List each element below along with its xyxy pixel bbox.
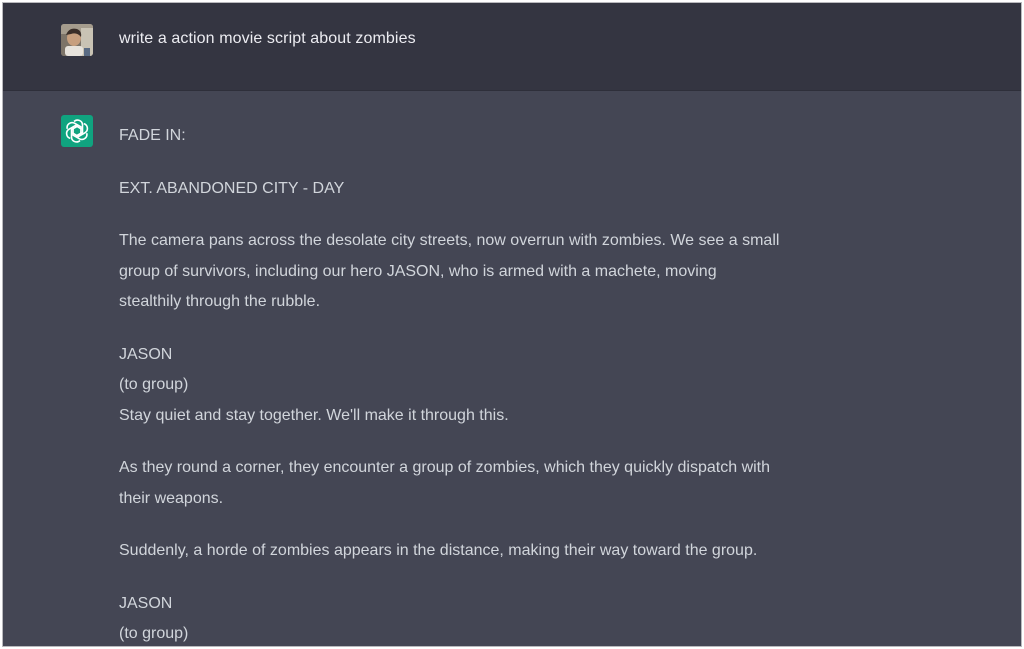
response-line: JASON: [119, 594, 173, 612]
response-paragraph: EXT. ABANDONED CITY - DAY: [119, 174, 839, 205]
response-line: stealthily through the rubble.: [119, 293, 321, 310]
user-message-row: write a action movie script about zombie…: [3, 3, 1021, 91]
response-line: FADE IN:: [119, 127, 186, 144]
response-line: As they round a corner, they encounter a…: [119, 459, 771, 476]
response-line: The camera pans across the desolate city…: [119, 232, 780, 249]
user-avatar-icon: [61, 24, 93, 56]
response-paragraph: The camera pans across the desolate city…: [119, 226, 839, 318]
assistant-message-row: FADE IN: EXT. ABANDONED CITY - DAY The c…: [3, 91, 1021, 647]
response-paragraph: JASON (to group): [119, 589, 839, 647]
chat-window: write a action movie script about zombie…: [2, 2, 1022, 647]
response-paragraph: Suddenly, a horde of zombies appears in …: [119, 536, 839, 567]
response-line: Suddenly, a horde of zombies appears in …: [119, 542, 758, 559]
assistant-response: FADE IN: EXT. ABANDONED CITY - DAY The c…: [119, 121, 839, 647]
openai-logo-icon: [61, 115, 93, 147]
response-line: JASON: [119, 345, 173, 363]
user-message-text: write a action movie script about zombie…: [119, 30, 416, 47]
response-line: group of survivors, including our hero J…: [119, 262, 717, 280]
response-paragraph: JASON (to group) Stay quiet and stay tog…: [119, 340, 839, 432]
response-line: (to group): [119, 376, 189, 393]
response-line: Stay quiet and stay together. We'll make…: [119, 406, 509, 424]
response-line: EXT. ABANDONED CITY - DAY: [119, 179, 345, 197]
response-line: (to group): [119, 625, 189, 642]
response-paragraph: As they round a corner, they encounter a…: [119, 453, 839, 514]
response-paragraph: FADE IN:: [119, 121, 839, 152]
response-line: their weapons.: [119, 489, 224, 507]
